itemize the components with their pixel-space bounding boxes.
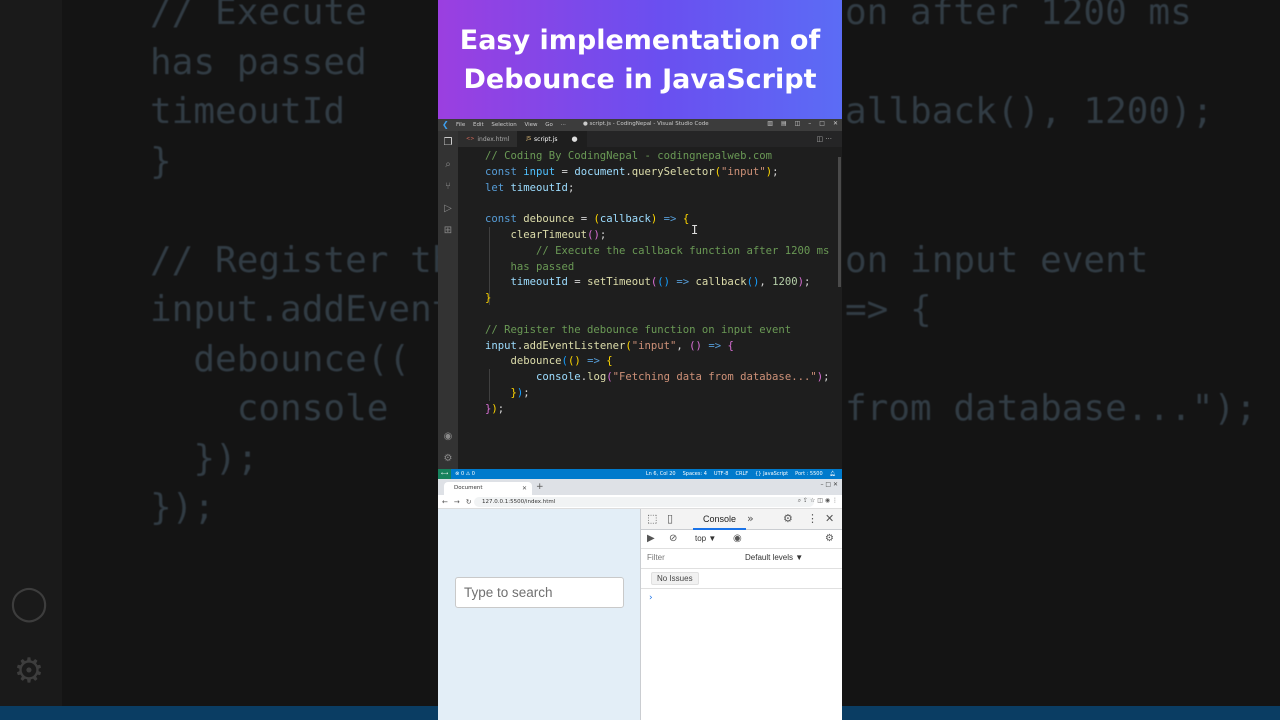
activity-bar: ❐ ⌕ ⑂ ▷ ⊞ ◉ ⚙ xyxy=(438,131,458,469)
banner-title: Easy implementation of Debounce in JavaS… xyxy=(459,24,821,95)
panel-icon[interactable]: ▤ xyxy=(781,120,787,127)
browser-toolbar-icons[interactable]: ⌕ ⇪ ☆ ◫ ◉ ⋮ xyxy=(798,497,838,505)
clear-console-icon[interactable]: ⊘ xyxy=(669,533,677,545)
eye-icon[interactable]: ◉ xyxy=(733,533,742,545)
code-line-1: // Coding By CodingNepal - codingnepalwe… xyxy=(485,150,773,162)
address-bar[interactable]: 127.0.0.1:5500/index.html xyxy=(474,497,814,507)
log-levels-dropdown[interactable]: Default levels ▼ xyxy=(745,553,803,562)
tab-script-js[interactable]: JS script.js ● xyxy=(518,131,587,147)
background-code-left: // Execute has passed timeoutId } // Reg… xyxy=(150,0,476,528)
status-problems[interactable]: ⊗ 0 ⚠ 0 xyxy=(451,471,475,477)
browser-toolbar: ← → ↻ 127.0.0.1:5500/index.html ⌕ ⇪ ☆ ◫ … xyxy=(438,495,842,509)
maximize-icon[interactable]: □ xyxy=(819,120,825,127)
menu-view[interactable]: View xyxy=(524,122,537,128)
js-file-icon: JS xyxy=(526,136,532,142)
menu-selection[interactable]: Selection xyxy=(491,122,516,128)
devtools-menu-icon[interactable]: ⋮ xyxy=(807,513,818,525)
reload-icon[interactable]: ↻ xyxy=(466,498,472,506)
layout-icon[interactable]: ▥ xyxy=(767,120,773,127)
window-controls: ▥ ▤ ◫ – □ ✕ xyxy=(767,120,838,127)
console-prompt-icon[interactable]: › xyxy=(649,593,653,603)
devtools-settings-icon[interactable]: ⚙ xyxy=(783,513,793,525)
sidebar-toggle-icon[interactable]: ▶︎ xyxy=(647,533,655,545)
browser-tabstrip: Document ✕ + – □ ✕ xyxy=(438,479,842,495)
context-selector[interactable]: top ▼ xyxy=(695,534,716,543)
source-control-icon[interactable]: ⑂ xyxy=(442,181,454,193)
status-spaces[interactable]: Spaces: 4 xyxy=(683,471,707,477)
menu-edit[interactable]: Edit xyxy=(473,122,484,128)
device-toolbar-icon[interactable]: ▯ xyxy=(667,513,673,525)
status-position[interactable]: Ln 6, Col 20 xyxy=(646,471,676,477)
unsaved-dot-icon[interactable]: ● xyxy=(571,135,577,143)
split-editor-icon[interactable]: ◫ ··· xyxy=(816,135,832,143)
vscode-titlebar: ❮ File Edit Selection View Go ··· ● scri… xyxy=(438,119,842,131)
devtools-panel: ⬚ ▯ Console » ⚙ ⋮ ✕ ▶︎ ⊘ top ▼ ◉ ⚙ Filte… xyxy=(640,509,842,720)
account-icon[interactable]: ◉ xyxy=(442,431,454,443)
background-code-right: on after 1200 ms allback(), 1200); on in… xyxy=(845,0,1257,429)
console-toolbar: ▶︎ ⊘ top ▼ ◉ ⚙ xyxy=(641,530,842,549)
filter-input[interactable]: Filter xyxy=(647,553,665,562)
account-icon: ◯ xyxy=(10,583,49,623)
menu-more[interactable]: ··· xyxy=(561,122,566,128)
levels-value: Default levels xyxy=(745,553,794,562)
status-eol[interactable]: CRLF xyxy=(735,471,748,477)
vscode-logo-icon: ❮ xyxy=(442,120,449,129)
split-icon[interactable]: ◫ xyxy=(795,120,801,127)
inspect-element-icon[interactable]: ⬚ xyxy=(647,513,657,525)
browser-window: Document ✕ + – □ ✕ ← → ↻ 127.0.0.1:5500/… xyxy=(438,479,842,720)
status-bar: ⟷ ⊗ 0 ⚠ 0 Ln 6, Col 20 Spaces: 4 UTF-8 C… xyxy=(438,469,842,479)
minimize-icon[interactable]: – xyxy=(808,120,811,127)
settings-gear-icon[interactable]: ⚙ xyxy=(442,453,454,465)
context-value: top xyxy=(695,534,707,543)
search-input[interactable]: Type to search xyxy=(455,577,624,608)
issues-bar: No Issues xyxy=(641,569,842,589)
run-debug-icon[interactable]: ▷ xyxy=(442,203,454,215)
search-icon[interactable]: ⌕ xyxy=(442,159,454,171)
new-tab-icon[interactable]: + xyxy=(536,482,544,493)
code-editor[interactable]: // Coding By CodingNepal - codingnepalwe… xyxy=(458,147,842,469)
code-line-12: // Register the debounce function on inp… xyxy=(485,323,792,336)
issues-button[interactable]: No Issues xyxy=(651,572,699,585)
html-file-icon: <> xyxy=(466,136,475,142)
page-content: Type to search xyxy=(438,509,640,720)
remote-indicator[interactable]: ⟷ xyxy=(438,469,452,479)
menu-go[interactable]: Go xyxy=(545,122,553,128)
devtools-close-icon[interactable]: ✕ xyxy=(825,513,834,525)
back-icon[interactable]: ← xyxy=(442,498,448,506)
code-text: // Coding By CodingNepal - codingnepalwe… xyxy=(485,150,830,415)
vscode-window: ❮ File Edit Selection View Go ··· ● scri… xyxy=(438,119,842,479)
console-settings-icon[interactable]: ⚙ xyxy=(825,533,834,545)
close-tab-icon[interactable]: ✕ xyxy=(522,482,527,495)
forward-icon[interactable]: → xyxy=(454,498,460,506)
extensions-icon[interactable]: ⊞ xyxy=(442,225,454,237)
status-port[interactable]: Port : 5500 xyxy=(795,471,823,477)
explorer-icon[interactable]: ❐ xyxy=(442,137,454,149)
editor-tabs: <> index.html JS script.js ● ◫ ··· xyxy=(458,131,842,147)
editor-scrollbar[interactable] xyxy=(838,157,841,287)
close-icon[interactable]: ✕ xyxy=(833,120,838,127)
tab-console[interactable]: Console xyxy=(693,509,747,530)
vscode-menu: File Edit Selection View Go ··· xyxy=(456,122,572,128)
window-title: ● script.js - CodingNepal - Visual Studi… xyxy=(583,121,709,127)
browser-tab[interactable]: Document ✕ xyxy=(444,482,532,495)
devtools-main-toolbar: ⬚ ▯ Console » ⚙ ⋮ ✕ xyxy=(641,509,842,530)
notification-bell-icon[interactable]: 🔔︎ xyxy=(830,471,836,477)
gear-icon: ⚙ xyxy=(13,651,45,691)
tab-label: index.html xyxy=(477,135,510,143)
status-encoding[interactable]: UTF-8 xyxy=(714,471,729,477)
menu-file[interactable]: File xyxy=(456,122,465,128)
tab-label: script.js xyxy=(534,135,558,143)
code-line-7: // Execute the callback function after 1… xyxy=(510,244,830,257)
browser-window-controls[interactable]: – □ ✕ xyxy=(820,481,838,488)
title-banner: Easy implementation of Debounce in JavaS… xyxy=(438,0,842,119)
video-panel: Easy implementation of Debounce in JavaS… xyxy=(438,0,842,720)
console-filter-bar: Filter Default levels ▼ xyxy=(641,549,842,569)
status-language[interactable]: {} JavaScript xyxy=(755,471,788,477)
text-cursor-icon: I xyxy=(691,223,699,237)
tab-index-html[interactable]: <> index.html xyxy=(458,131,519,147)
browser-tab-title: Document xyxy=(454,485,483,491)
more-tabs-icon[interactable]: » xyxy=(747,513,754,525)
